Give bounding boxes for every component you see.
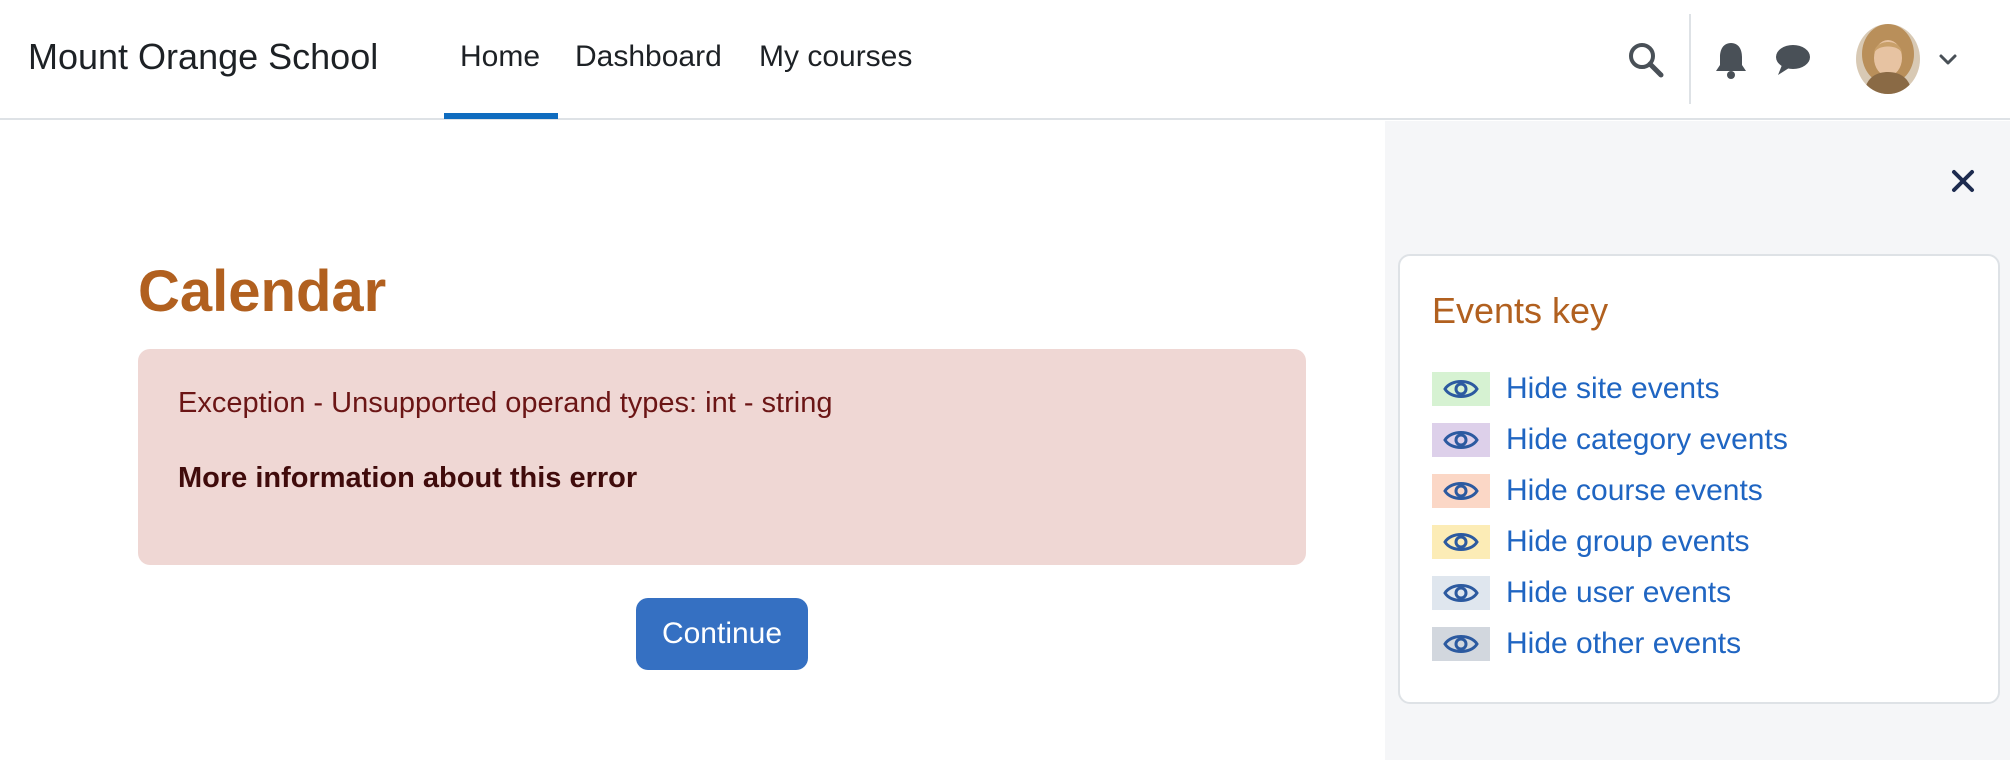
avatar[interactable]	[1856, 24, 1920, 94]
nav-divider	[1689, 14, 1691, 104]
event-color-swatch	[1432, 525, 1490, 559]
events-key-title: Events key	[1432, 290, 1609, 331]
nav-my-courses[interactable]: My courses	[759, 40, 912, 74]
close-icon[interactable]	[1947, 165, 1979, 197]
event-label[interactable]: Hide user events	[1506, 576, 1731, 610]
eye-icon	[1443, 431, 1479, 449]
event-color-swatch	[1432, 474, 1490, 508]
eye-icon	[1443, 635, 1479, 653]
event-label[interactable]: Hide other events	[1506, 627, 1741, 661]
top-navbar: Mount Orange School Home Dashboard My co…	[0, 0, 2010, 120]
error-message: Exception - Unsupported operand types: i…	[178, 387, 833, 419]
search-icon[interactable]	[1626, 40, 1666, 80]
error-alert: Exception - Unsupported operand types: i…	[138, 349, 1306, 565]
continue-button[interactable]: Continue	[636, 598, 808, 670]
nav-dashboard[interactable]: Dashboard	[575, 40, 722, 74]
event-color-swatch	[1432, 423, 1490, 457]
chevron-down-icon[interactable]	[1938, 52, 1958, 68]
right-drawer: Events key Hide site events Hide categor…	[1385, 121, 2010, 760]
event-label[interactable]: Hide group events	[1506, 525, 1750, 559]
bell-icon[interactable]	[1713, 40, 1749, 80]
chat-icon[interactable]	[1773, 42, 1813, 78]
event-color-swatch	[1432, 372, 1490, 406]
eye-icon	[1443, 380, 1479, 398]
event-color-swatch	[1432, 576, 1490, 610]
eye-icon	[1443, 533, 1479, 551]
eye-icon	[1443, 584, 1479, 602]
nav-home[interactable]: Home	[460, 40, 540, 74]
event-label[interactable]: Hide course events	[1506, 474, 1763, 508]
more-info-toggle[interactable]: More information about this error	[178, 462, 637, 495]
events-key-card: Events key Hide site events Hide categor…	[1398, 254, 2000, 704]
site-name[interactable]: Mount Orange School	[28, 36, 378, 78]
eye-icon	[1443, 482, 1479, 500]
event-label[interactable]: Hide category events	[1506, 423, 1788, 457]
page-title: Calendar	[138, 259, 387, 324]
active-nav-indicator	[444, 113, 558, 119]
event-label[interactable]: Hide site events	[1506, 372, 1719, 406]
event-color-swatch	[1432, 627, 1490, 661]
